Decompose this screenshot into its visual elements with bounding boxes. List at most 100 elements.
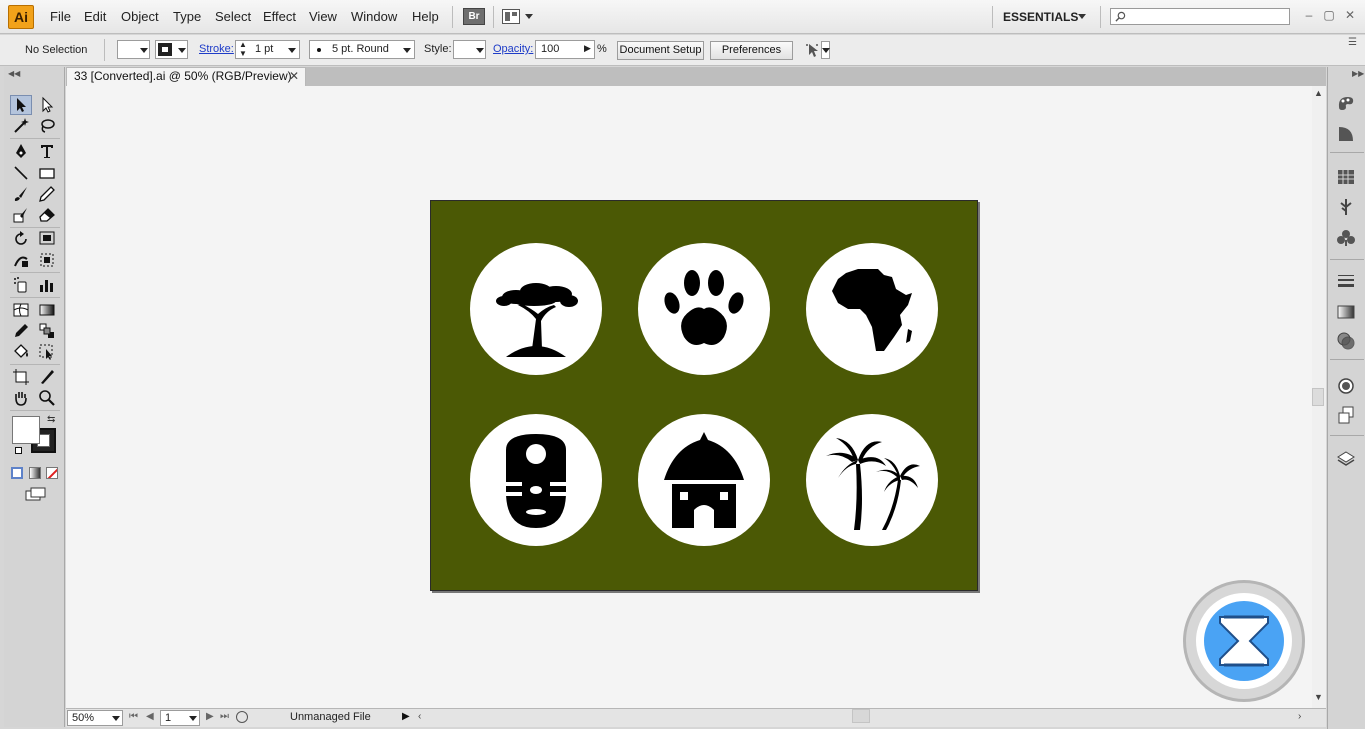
tribal-mask-badge[interactable] — [470, 414, 602, 546]
eraser-tool[interactable] — [36, 205, 58, 225]
bridge-button[interactable]: Br — [463, 8, 485, 25]
isolate-object-icon[interactable] — [803, 41, 821, 59]
swap-fill-stroke-icon[interactable]: ⇆ — [47, 414, 55, 425]
scroll-right-icon[interactable]: › — [1298, 711, 1301, 722]
zoom-level-dropdown[interactable]: 50% — [67, 710, 123, 726]
hut-badge[interactable] — [638, 414, 770, 546]
isolate-dropdown[interactable] — [821, 41, 830, 59]
menu-help[interactable]: Help — [412, 9, 439, 24]
search-input[interactable] — [1110, 8, 1290, 25]
africa-map-badge[interactable] — [806, 243, 938, 375]
warp-tool[interactable] — [10, 250, 32, 270]
paintbrush-tool[interactable] — [10, 184, 32, 204]
zoom-tool[interactable] — [36, 388, 58, 408]
eyedropper-tool[interactable] — [10, 321, 32, 341]
close-window-button[interactable]: ✕ — [1343, 8, 1357, 22]
menu-view[interactable]: View — [309, 9, 337, 24]
blend-tool[interactable] — [36, 321, 58, 341]
menu-effect[interactable]: Effect — [263, 9, 296, 24]
opacity-field[interactable]: 100 ▶ — [535, 40, 595, 59]
type-tool[interactable] — [36, 141, 58, 161]
stepper-down-icon[interactable]: ▼ — [239, 50, 247, 58]
pen-tool[interactable] — [10, 141, 32, 161]
magic-wand-tool[interactable] — [10, 116, 32, 136]
graphic-styles-icon[interactable] — [1336, 405, 1356, 425]
opacity-arrow-icon[interactable]: ▶ — [584, 43, 591, 54]
brush-definition-dropdown[interactable]: 5 pt. Round — [309, 40, 415, 59]
workspace-dropdown-icon[interactable] — [1078, 14, 1086, 19]
symbol-sprayer-tool[interactable] — [10, 275, 32, 295]
transparency-icon[interactable] — [1336, 331, 1356, 351]
arrange-dropdown-icon[interactable] — [525, 14, 533, 19]
arrange-documents-icon[interactable] — [502, 9, 520, 24]
artboard[interactable] — [430, 200, 978, 591]
menu-type[interactable]: Type — [173, 9, 201, 24]
free-transform-tool[interactable] — [36, 250, 58, 270]
collapse-panel-icon[interactable]: ◀◀ — [8, 69, 20, 78]
screen-mode-icon[interactable] — [25, 487, 47, 501]
brushes-icon[interactable] — [1336, 197, 1356, 217]
workspace-switcher[interactable]: ESSENTIALS — [1003, 10, 1078, 24]
graphic-style-picker[interactable] — [453, 40, 486, 59]
last-artboard-icon[interactable]: ⏭ — [220, 711, 229, 722]
scroll-down-icon[interactable]: ▼ — [1314, 692, 1323, 702]
document-setup-button[interactable]: Document Setup — [617, 41, 704, 60]
close-document-icon[interactable]: ✕ — [289, 68, 299, 85]
palm-trees-badge[interactable] — [806, 414, 938, 546]
blob-brush-tool[interactable] — [10, 205, 32, 225]
fill-swatch[interactable] — [12, 416, 40, 444]
gradient-panel-icon[interactable] — [1336, 302, 1356, 322]
menu-object[interactable]: Object — [121, 9, 159, 24]
maximize-button[interactable]: ▢ — [1322, 8, 1336, 22]
mesh-tool[interactable] — [10, 300, 32, 320]
minimize-button[interactable]: – — [1302, 8, 1316, 22]
document-tab[interactable]: 33 [Converted].ai @ 50% (RGB/Preview) ✕ — [66, 67, 306, 86]
menu-select[interactable]: Select — [215, 9, 251, 24]
rotate-tool[interactable] — [10, 229, 32, 249]
live-paint-bucket-tool[interactable] — [10, 342, 32, 362]
stroke-panel-icon[interactable] — [1336, 272, 1356, 292]
acacia-tree-badge[interactable] — [470, 243, 602, 375]
previous-artboard-icon[interactable]: ◀ — [146, 711, 154, 722]
gradient-mode-icon[interactable] — [29, 467, 41, 479]
layers-icon[interactable] — [1336, 449, 1356, 469]
selection-tool[interactable] — [10, 95, 32, 115]
fill-color-picker[interactable] — [117, 40, 150, 59]
next-artboard-icon[interactable]: ▶ — [206, 711, 214, 722]
preferences-button[interactable]: Preferences — [710, 41, 793, 60]
line-segment-tool[interactable] — [10, 163, 32, 183]
live-paint-selection-tool[interactable] — [36, 342, 58, 362]
first-artboard-icon[interactable]: ⏮ — [129, 711, 138, 722]
status-menu-arrow-icon[interactable]: ▶ — [402, 711, 410, 722]
opacity-label[interactable]: Opacity: — [493, 43, 533, 55]
pencil-tool[interactable] — [36, 184, 58, 204]
stroke-weight-field[interactable]: ▲ ▼ 1 pt — [235, 40, 300, 59]
color-panel-icon[interactable] — [1336, 93, 1356, 113]
swatches-icon[interactable] — [1336, 167, 1356, 187]
panel-menu-icon[interactable]: ☰ — [1348, 37, 1357, 48]
paw-print-badge[interactable] — [638, 243, 770, 375]
stroke-color-picker[interactable] — [155, 40, 188, 59]
color-guide-icon[interactable] — [1336, 124, 1356, 144]
scroll-up-icon[interactable]: ▲ — [1314, 88, 1323, 98]
none-mode-icon[interactable] — [46, 467, 58, 479]
stroke-label[interactable]: Stroke: — [199, 43, 234, 55]
version-cue-icon[interactable] — [236, 711, 248, 723]
vertical-scroll-thumb[interactable] — [1312, 388, 1324, 406]
direct-selection-tool[interactable] — [36, 95, 58, 115]
artboard-tool[interactable] — [10, 367, 32, 387]
lasso-tool[interactable] — [36, 116, 58, 136]
color-mode-icon[interactable] — [11, 467, 23, 479]
slice-tool[interactable] — [36, 367, 58, 387]
rectangle-tool[interactable] — [36, 163, 58, 183]
hand-tool[interactable] — [10, 388, 32, 408]
stepper-up-icon[interactable]: ▲ — [239, 41, 247, 49]
menu-edit[interactable]: Edit — [84, 9, 106, 24]
column-graph-tool[interactable] — [36, 275, 58, 295]
document-canvas[interactable] — [66, 86, 1312, 708]
menu-window[interactable]: Window — [351, 9, 397, 24]
gradient-tool[interactable] — [36, 300, 58, 320]
symbols-icon[interactable] — [1336, 228, 1356, 248]
artboard-number-dropdown[interactable]: 1 — [160, 710, 200, 726]
horizontal-scroll-thumb[interactable] — [852, 709, 870, 723]
